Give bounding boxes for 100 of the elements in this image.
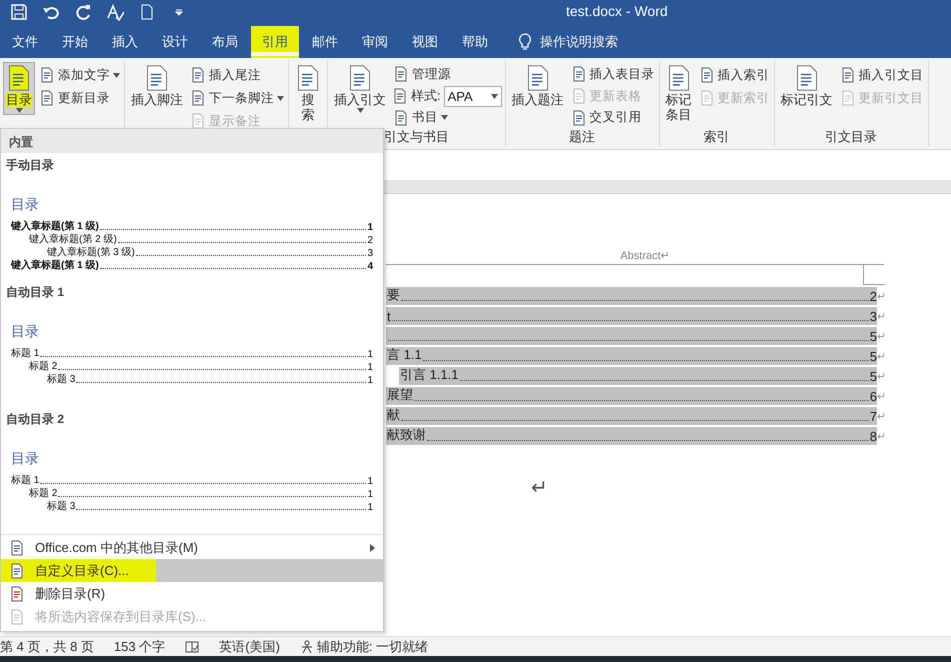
paragraph-mark: ↵ [877,430,886,442]
document-icon [393,110,409,126]
ribbon-button[interactable]: 插入引文目 [838,64,925,86]
document-icon [9,540,25,556]
caret-icon [356,108,364,113]
gallery-section-title: 自动目录 2 [6,411,66,428]
document-icon [39,90,55,106]
toc-preview-entry: 键入章标题(第 3 级) 3 [46,246,373,259]
style-label: 样式: [411,87,441,105]
ribbon-tab[interactable]: 帮助 [451,26,499,58]
ribbon-tab[interactable]: 审阅 [351,26,399,58]
menu-item[interactable]: 删除目录(R) [1,582,383,605]
document-icon [9,562,25,578]
paragraph-mark: ↵ [531,476,548,500]
toc-preview[interactable]: 目录 键入章标题(第 1 级) 1 键入章标题(第 2 级) 2 键入章标题(第 3 级) 3 键入章标题(第 1 级) 4 [6,196,378,272]
redo-icon[interactable] [74,3,92,21]
toc-preview-entry: 标题 1 1 [11,347,373,360]
document-icon [698,67,715,83]
accessibility-icon [300,640,314,654]
paragraph-mark: ↵ [877,350,886,362]
document-icon [392,88,408,104]
toc-preview-entry: 标题 2 1 [28,360,373,373]
caret-icon [277,96,284,100]
toc-entry: 引言 1.1.1 5 [399,367,877,385]
toc-preview-entry: 标题 3 1 [46,373,373,386]
language[interactable]: 英语(美国) [219,638,280,656]
preview-title: 目录 [11,196,40,214]
toc-preview-entry: 键入章标题(第 1 级) 4 [11,259,373,272]
caret-icon [490,94,498,98]
toc-entry: 献致谢 8 [386,427,877,445]
paragraph-mark: ↵ [877,390,886,402]
menu-item[interactable]: Office.com 中的其他目录(M) [1,536,383,559]
word-count[interactable]: 153 个字 [114,638,166,656]
ribbon-large-button[interactable]: 标记引文 [778,62,836,109]
ribbon-button[interactable]: 管理源 [392,64,502,84]
paragraph-mark: ↵ [877,370,886,382]
ribbon-large-button[interactable]: 插入题注 [508,62,567,109]
toc-entry: 献 7 [386,407,877,425]
toc-preview[interactable]: 目录 标题 1 1 标题 2 1 标题 3 1 [6,323,378,386]
toc-preview-entry: 键入章标题(第 2 级) 2 [28,233,373,246]
proofing-icon[interactable] [185,640,200,652]
group-label: 索引 [702,128,731,146]
group-label: 引文目录 [824,128,878,146]
toc-preview-entry: 键入章标题(第 1 级) 1 [11,220,373,233]
ribbon-large-button[interactable]: 搜 索 [292,62,324,124]
accessibility-status[interactable]: 辅助功能: 一切就绪 [316,638,428,656]
ribbon-tab[interactable]: 引用 [251,26,299,58]
ribbon-button[interactable]: 插入索引 [698,64,771,86]
toc-entry: t 3 [386,307,877,325]
document-icon [570,66,587,82]
tell-me-field[interactable]: 操作说明搜索 [540,33,618,51]
ribbon-button[interactable]: 添加文字 [38,64,121,86]
spelling-icon[interactable] [106,3,124,21]
gallery-section-title: 手动目录 [6,157,55,174]
document-icon [347,64,373,92]
ribbon-tab[interactable]: 设计 [151,26,199,58]
group-label: 引文与书目 [382,128,450,146]
toc-preview-entry: 标题 1 1 [11,474,373,487]
document-icon [39,67,55,83]
ribbon-large-button[interactable]: 插入引文 [331,62,389,115]
document-icon [6,64,32,92]
style-dropdown[interactable]: APA [444,86,502,106]
toc-preview[interactable]: 目录 标题 1 1 标题 2 1 标题 3 1 [6,450,378,513]
gallery-section-title: 自动目录 1 [6,284,66,301]
paragraph-mark: ↵ [877,410,886,422]
toc-entry: 5 [386,327,877,345]
caret-icon [441,115,448,120]
ribbon-tab[interactable]: 布局 [201,26,249,58]
toc-entry: 展望 6 [386,387,877,405]
lightbulb-icon [518,33,532,51]
ribbon-tab[interactable]: 插入 [101,26,149,58]
document-icon [840,67,856,83]
document-icon [698,90,715,106]
ribbon-large-button[interactable]: 目录 [3,62,35,115]
ribbon-button[interactable]: 插入表目录 [570,64,656,85]
window-title: test.docx - Word [566,3,668,19]
paragraph-mark: ↵ [877,330,886,342]
menu-item[interactable]: 自定义目录(C)... [1,559,383,582]
ribbon-tab[interactable]: 文件 [1,26,49,58]
toc-preview-entry: 标题 2 1 [28,487,373,500]
preview-title: 目录 [11,323,40,341]
preview-title: 目录 [11,450,40,468]
ribbon-tab[interactable]: 视图 [401,26,449,58]
ribbon-button[interactable]: 交叉引用 [570,107,656,128]
submenu-arrow-icon [370,544,375,552]
ribbon-tab[interactable]: 邮件 [301,26,349,58]
ribbon-button[interactable]: 更新目录 [38,87,121,109]
save-icon[interactable] [10,3,28,21]
document-icon [144,64,170,92]
ribbon-large-button[interactable]: 插入脚注 [128,62,186,109]
ribbon-button[interactable]: 插入尾注 [189,64,285,86]
document-icon [190,90,206,106]
toc-entry: 要 2 [386,287,877,305]
document-icon [570,110,587,126]
ribbon-button[interactable]: 书目 [392,108,502,128]
ribbon-large-button[interactable]: 标记 条目 [662,62,695,124]
ribbon-button[interactable]: 下一条脚注 [189,87,285,109]
page-count[interactable]: 第 4 页，共 8 页 [0,638,94,656]
ribbon-tab[interactable]: 开始 [51,26,99,58]
document-icon [295,64,321,92]
